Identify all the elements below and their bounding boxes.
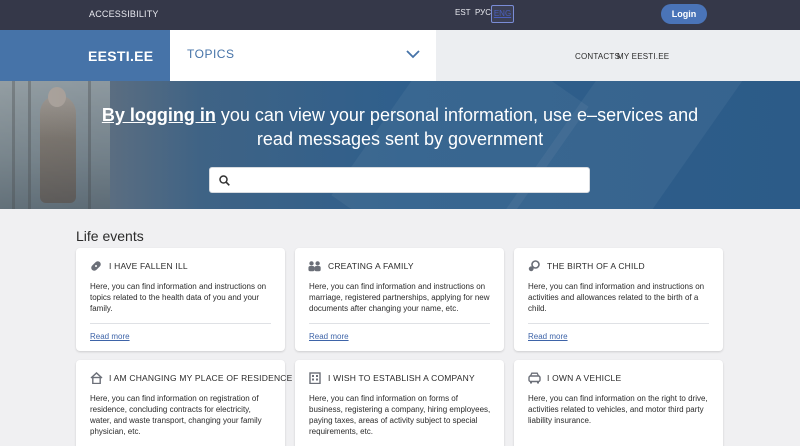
person-head [48,87,66,107]
tree-trunk [28,81,31,209]
tree-trunk [88,81,91,209]
logo-box[interactable]: EESTI.EE [0,30,170,81]
card-title: I HAVE FALLEN ILL [109,261,188,271]
life-event-card[interactable]: I AM CHANGING MY PLACE OF RESIDENCE Here… [76,360,292,446]
accessibility-link[interactable]: ACCESSIBILITY [89,9,159,19]
card-description: Here, you can find information on regist… [90,394,262,436]
card-title: I OWN A VEHICLE [547,373,622,383]
life-event-card[interactable]: I HAVE FALLEN ILL Here, you can find inf… [76,248,285,351]
tree-trunk [12,81,15,209]
person-figure [40,95,76,203]
family-icon [308,259,322,273]
card-title: I WISH TO ESTABLISH A COMPANY [328,373,475,383]
car-icon [527,371,541,385]
chevron-down-icon [406,50,420,59]
my-eesti-link[interactable]: MY EESTI.EE [617,52,669,61]
search-icon[interactable] [219,175,230,186]
card-header: I AM CHANGING MY PLACE OF RESIDENCE [89,371,293,385]
card-title: I AM CHANGING MY PLACE OF RESIDENCE [109,373,293,383]
card-title: THE BIRTH OF A CHILD [547,261,645,271]
login-button[interactable]: Login [661,4,707,24]
site-logo[interactable]: EESTI.EE [88,48,153,64]
building-icon [308,371,322,385]
life-events-title: Life events [76,228,144,244]
hero-headline: By logging in you can view your personal… [100,103,700,151]
hero-photo [0,81,110,209]
card-header: I WISH TO ESTABLISH A COMPANY [308,371,475,385]
card-description: Here, you can find information and instr… [528,282,705,313]
main-nav: EESTI.EE TOPICS CONTACTS MY EESTI.EE [0,30,800,81]
top-bar: ACCESSIBILITY EST РУС ENG Login [0,0,800,30]
life-event-card[interactable]: I WISH TO ESTABLISH A COMPANY Here, you … [295,360,504,446]
card-header: THE BIRTH OF A CHILD [527,259,645,273]
search-box[interactable] [209,167,590,193]
card-header: CREATING A FAMILY [308,259,414,273]
pacifier-icon [527,259,541,273]
read-more-link[interactable]: Read more [528,332,568,341]
card-header: I OWN A VEHICLE [527,371,621,385]
bandage-icon [89,259,103,273]
life-event-card[interactable]: CREATING A FAMILY Here, you can find inf… [295,248,504,351]
card-header: I HAVE FALLEN ILL [89,259,188,273]
life-event-card[interactable]: I OWN A VEHICLE Here, you can find infor… [514,360,723,446]
hero-banner: By logging in you can view your personal… [0,81,800,209]
card-divider [309,323,490,324]
card-divider [528,323,709,324]
card-description: Here, you can find information and instr… [90,282,267,313]
life-event-card[interactable]: THE BIRTH OF A CHILD Here, you can find … [514,248,723,351]
card-title: CREATING A FAMILY [328,261,414,271]
contacts-link[interactable]: CONTACTS [575,52,620,61]
hero-text: you can view your personal information, … [215,105,699,149]
language-eng[interactable]: ENG [491,5,514,23]
topics-dropdown[interactable]: TOPICS [170,30,436,81]
topics-label: TOPICS [187,47,235,61]
read-more-link[interactable]: Read more [90,332,130,341]
card-divider [90,323,271,324]
language-est[interactable]: EST [455,8,471,17]
language-rus[interactable]: РУС [475,8,491,17]
house-icon [89,371,103,385]
login-link[interactable]: By logging in [102,105,216,125]
card-description: Here, you can find information and instr… [309,282,490,313]
card-description: Here, you can find information on forms … [309,394,491,436]
read-more-link[interactable]: Read more [309,332,349,341]
card-description: Here, you can find information on the ri… [528,394,708,425]
search-input[interactable] [236,171,581,189]
